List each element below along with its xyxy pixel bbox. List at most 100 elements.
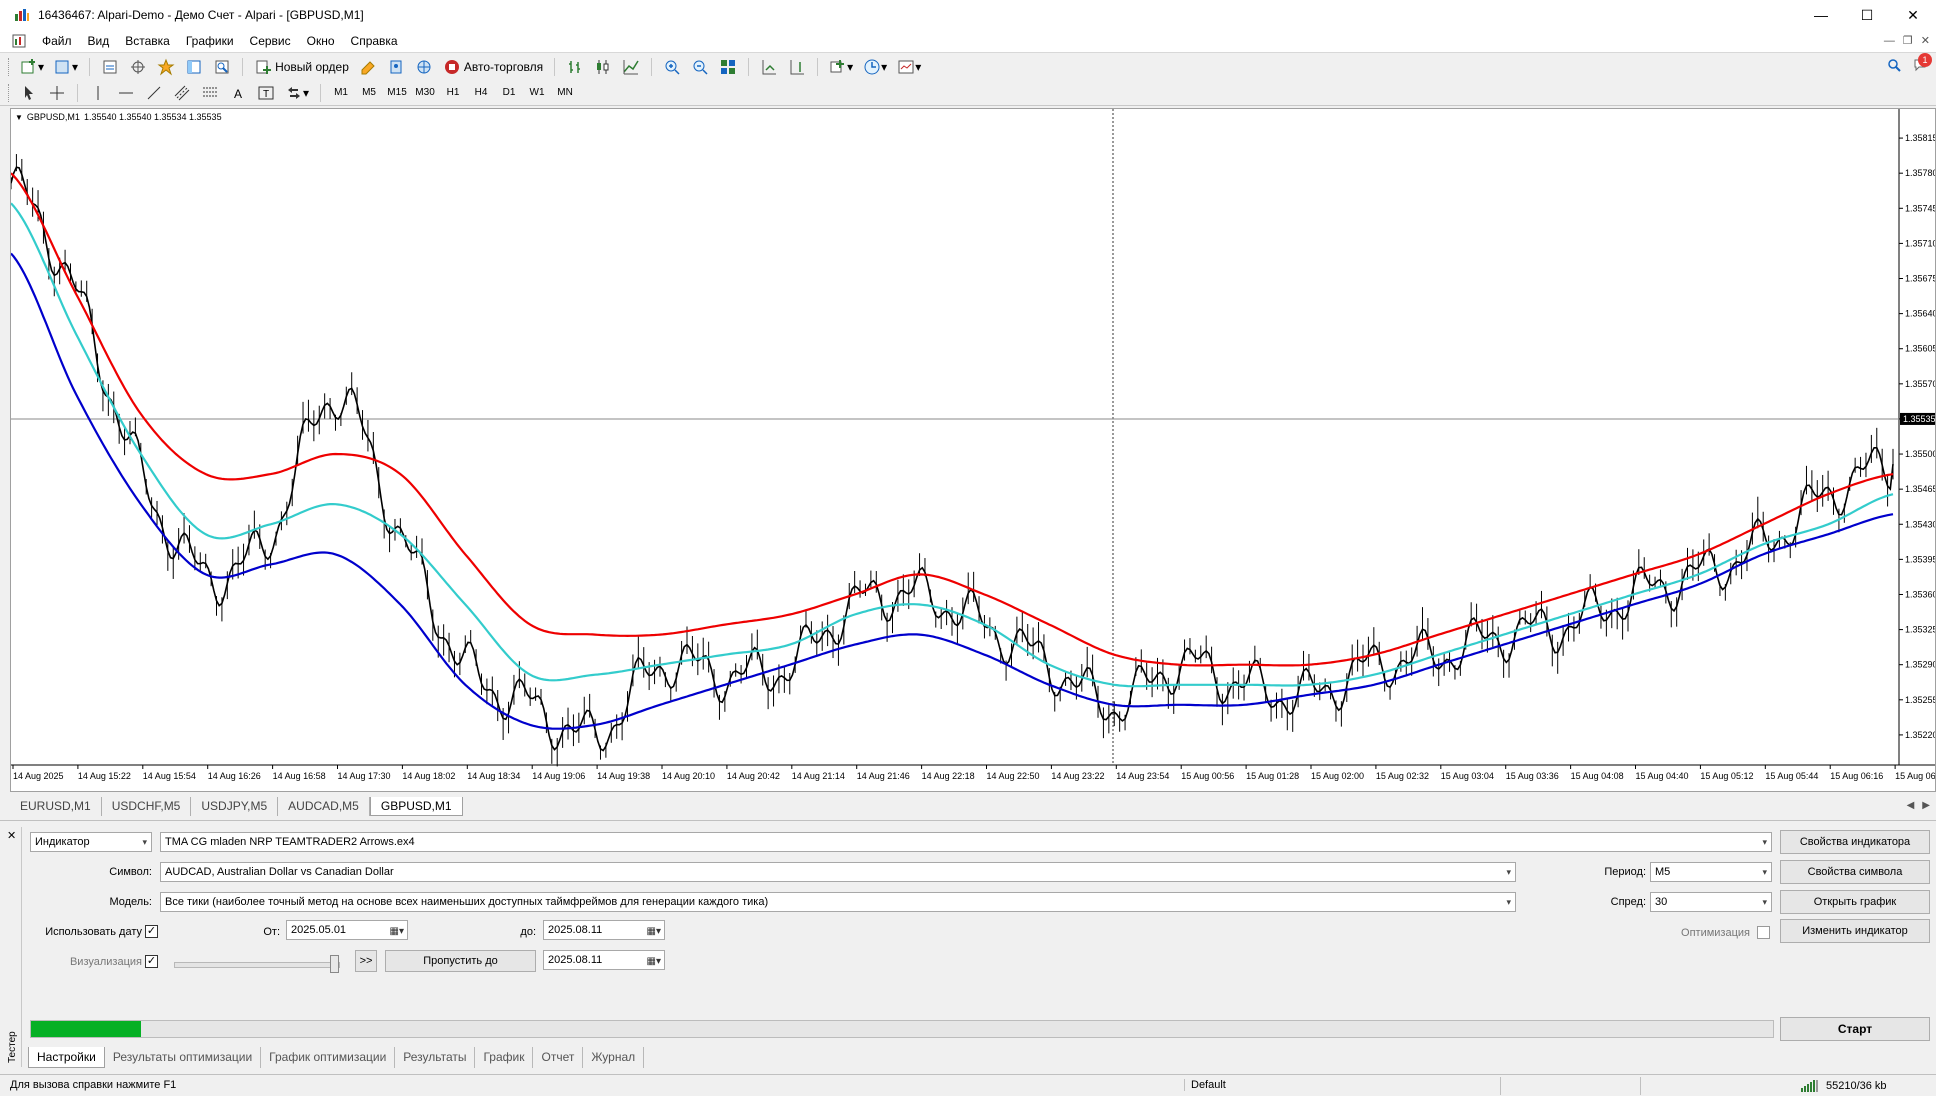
chart-canvas[interactable]: 1.35815 1.35780 1.35745 1.35710 1.35675 1.356…	[11, 109, 1935, 791]
fast-forward-button[interactable]: >>	[355, 950, 377, 972]
spread-select[interactable]: 30 ▾	[1650, 892, 1772, 912]
toolbar-grip[interactable]	[8, 57, 11, 76]
notifications-icon[interactable]: 1	[1912, 53, 1932, 73]
signals-icon[interactable]	[384, 56, 408, 78]
symbol-select[interactable]: AUDCAD, Australian Dollar vs Canadian Do…	[160, 862, 1516, 882]
chart-tab-usdjpy[interactable]: USDJPY,M5	[191, 797, 279, 816]
chart-tab-usdchf[interactable]: USDCHF,M5	[102, 797, 192, 816]
timeframe-w1-button[interactable]: W1	[524, 83, 550, 103]
indicator-file-select[interactable]: TMA CG mladen NRP TEAMTRADER2 Arrows.ex4…	[160, 832, 1772, 852]
cursor-icon[interactable]	[17, 82, 41, 104]
menu-tools[interactable]: Сервис	[242, 30, 299, 52]
collapse-triangle-icon[interactable]: ▼	[15, 113, 23, 122]
slider-thumb[interactable]	[330, 955, 339, 973]
menu-file[interactable]: Файл	[34, 30, 80, 52]
visualization-speed-slider[interactable]	[174, 962, 340, 968]
zoom-out-icon[interactable]	[688, 56, 712, 78]
data-window-icon[interactable]	[126, 56, 150, 78]
timeframe-d1-button[interactable]: D1	[496, 83, 522, 103]
model-select[interactable]: Все тики (наиболее точный метод на основ…	[160, 892, 1516, 912]
tab-report[interactable]: Отчет	[533, 1047, 584, 1068]
timeframe-m15-button[interactable]: M15	[384, 83, 410, 103]
mdi-restore-icon[interactable]: ❐	[1903, 30, 1913, 52]
skip-to-date-input[interactable]: 2025.08.11 ▦▾	[543, 950, 665, 970]
arrows-icon[interactable]: ▾	[282, 82, 312, 104]
chart-shift-icon[interactable]	[785, 56, 809, 78]
chart-tab-gbpusd[interactable]: GBPUSD,M1	[369, 797, 463, 816]
trendline-icon[interactable]	[142, 82, 166, 104]
terminal-icon[interactable]	[182, 56, 206, 78]
new-order-button[interactable]: Новый ордер	[251, 56, 352, 78]
templates-icon[interactable]: ▾	[894, 56, 924, 78]
crosshair-icon[interactable]	[45, 82, 69, 104]
text-label-icon[interactable]: T	[254, 82, 278, 104]
text-icon[interactable]: A	[226, 82, 250, 104]
bar-chart-icon[interactable]	[563, 56, 587, 78]
timeframe-m1-button[interactable]: M1	[328, 83, 354, 103]
mdi-close-icon[interactable]: ✕	[1921, 30, 1930, 52]
tab-optimization-results[interactable]: Результаты оптимизации	[105, 1047, 262, 1068]
market-watch-icon[interactable]	[98, 56, 122, 78]
menu-insert[interactable]: Вставка	[117, 30, 178, 52]
scroll-left-icon[interactable]: ◀	[1907, 800, 1915, 811]
horizontal-line-icon[interactable]	[114, 82, 138, 104]
close-button[interactable]: ✕	[1890, 0, 1936, 30]
new-chart-icon[interactable]: ▾	[17, 56, 47, 78]
auto-trading-button[interactable]: Авто-торговля	[440, 56, 546, 78]
tab-graph[interactable]: График	[475, 1047, 534, 1068]
tester-type-select[interactable]: Индикатор ▾	[30, 832, 152, 852]
search-icon[interactable]	[1886, 57, 1902, 73]
tab-optimization-graph[interactable]: График оптимизации	[261, 1047, 396, 1068]
chart-tab-audcad[interactable]: AUDCAD,M5	[278, 797, 370, 816]
tab-results[interactable]: Результаты	[395, 1047, 476, 1068]
minimize-button[interactable]: —	[1798, 0, 1844, 30]
mdi-minimize-icon[interactable]: —	[1884, 30, 1895, 52]
skip-to-button[interactable]: Пропустить до	[385, 950, 536, 972]
open-chart-button[interactable]: Открыть график	[1780, 890, 1930, 914]
timeframe-m30-button[interactable]: M30	[412, 83, 438, 103]
use-date-checkbox[interactable]: ✓	[145, 925, 158, 938]
to-date-input[interactable]: 2025.08.11 ▦▾	[543, 920, 665, 940]
menu-help[interactable]: Справка	[343, 30, 406, 52]
menu-charts[interactable]: Графики	[178, 30, 242, 52]
price-chart[interactable]: 1.35815 1.35780 1.35745 1.35710 1.35675 1.356…	[10, 108, 1936, 792]
chart-tab-eurusd[interactable]: EURUSD,M1	[10, 797, 102, 816]
maximize-button[interactable]: ☐	[1844, 0, 1890, 30]
zoom-in-icon[interactable]	[660, 56, 684, 78]
auto-scroll-icon[interactable]	[757, 56, 781, 78]
channel-icon[interactable]	[170, 82, 194, 104]
indicator-properties-button[interactable]: Свойства индикатора	[1780, 830, 1930, 854]
tester-close-icon[interactable]: ✕	[7, 829, 16, 842]
periods-icon[interactable]: ▾	[860, 56, 890, 78]
navigator-icon[interactable]	[154, 56, 178, 78]
period-select[interactable]: M5 ▾	[1650, 862, 1772, 882]
line-chart-icon[interactable]	[619, 56, 643, 78]
timeframe-mn-button[interactable]: MN	[552, 83, 578, 103]
scroll-right-icon[interactable]: ▶	[1922, 800, 1930, 811]
metaeditor-icon[interactable]	[356, 56, 380, 78]
visualization-checkbox[interactable]: ✓	[145, 955, 158, 968]
tile-windows-icon[interactable]	[716, 56, 740, 78]
strategy-tester-icon[interactable]	[210, 56, 234, 78]
optimization-checkbox[interactable]	[1757, 926, 1770, 939]
calendar-icon[interactable]: ▦▾	[390, 923, 404, 941]
candlestick-chart-icon[interactable]	[591, 56, 615, 78]
market-icon[interactable]	[412, 56, 436, 78]
modify-indicator-button[interactable]: Изменить индикатор	[1780, 919, 1930, 943]
indicators-icon[interactable]: ▾	[826, 56, 856, 78]
vertical-line-icon[interactable]	[86, 82, 110, 104]
chart-window-icon[interactable]	[12, 34, 26, 48]
symbol-properties-button[interactable]: Свойства символа	[1780, 860, 1930, 884]
status-profile[interactable]: Default	[1184, 1079, 1226, 1091]
timeframe-m5-button[interactable]: M5	[356, 83, 382, 103]
menu-window[interactable]: Окно	[299, 30, 343, 52]
toolbar-grip[interactable]	[8, 83, 11, 102]
connection-status[interactable]: 55210/36 kb	[1800, 1079, 1887, 1093]
from-date-input[interactable]: 2025.05.01 ▦▾	[286, 920, 408, 940]
menu-view[interactable]: Вид	[80, 30, 118, 52]
calendar-icon[interactable]: ▦▾	[647, 923, 661, 941]
fibonacci-icon[interactable]	[198, 82, 222, 104]
timeframe-h4-button[interactable]: H4	[468, 83, 494, 103]
profiles-icon[interactable]: ▾	[51, 56, 81, 78]
calendar-icon[interactable]: ▦▾	[647, 953, 661, 971]
